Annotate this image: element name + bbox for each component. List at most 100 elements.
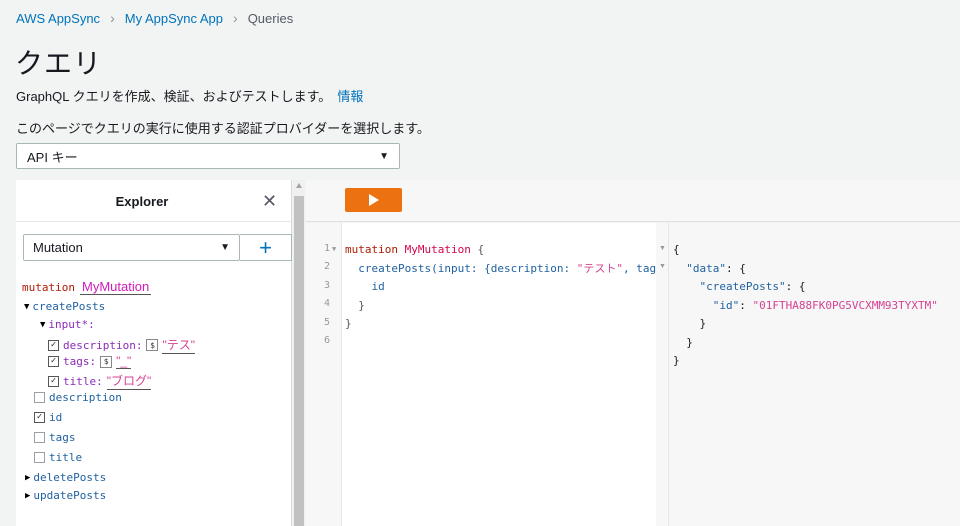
json-key: "data" — [673, 262, 726, 275]
variable-icon[interactable]: $ — [100, 355, 113, 368]
checkbox[interactable]: ✓ — [48, 356, 59, 367]
editor-gutter: 1 ▼ 2 3 4 5 6 — [306, 223, 342, 526]
result-line-1: { — [673, 243, 680, 256]
json-key: "id" — [673, 299, 740, 312]
json-punc: : { — [785, 280, 806, 293]
fold-icon[interactable]: ▼ — [332, 245, 336, 253]
tree-item-createPosts[interactable]: ▼ createPosts — [24, 300, 105, 313]
tree-field-title[interactable]: title — [34, 451, 82, 464]
auth-provider-value: API キー — [27, 149, 78, 165]
line-number: 4 — [323, 298, 330, 309]
run-button[interactable] — [345, 188, 402, 212]
arg-label: title: — [63, 374, 103, 388]
code-line-2: createPosts(input: {description: "テスト", … — [345, 260, 656, 278]
field-label: createPosts — [32, 300, 106, 313]
close-icon[interactable]: ✕ — [262, 192, 277, 210]
tree-item-deletePosts[interactable]: ▶ deletePosts — [25, 471, 106, 484]
code-line-5: } — [345, 315, 352, 333]
triangle-down-icon: ▼ — [24, 301, 30, 312]
code-punc: { — [470, 243, 485, 256]
triangle-down-icon: ▼ — [40, 319, 46, 330]
code-def: MyMutation — [404, 243, 471, 256]
result-line-6: } — [673, 336, 693, 349]
field-label: description — [49, 391, 122, 404]
field-label: id — [49, 411, 63, 424]
tree-item-tags-arg[interactable]: ✓ tags: $ "_" — [48, 354, 132, 369]
code-punc: } — [345, 317, 352, 330]
breadcrumb-appsync[interactable]: AWS AppSync — [16, 11, 100, 26]
checkbox[interactable]: ✓ — [34, 412, 45, 423]
variable-icon[interactable]: $ — [146, 339, 159, 351]
result-line-7: } — [673, 354, 680, 367]
code-line-4: } — [345, 297, 365, 315]
json-punc: : — [739, 299, 753, 312]
checkbox[interactable]: ✓ — [48, 375, 59, 387]
tree-item-title-arg[interactable]: ✓ title: "ブログ" — [48, 372, 152, 390]
breadcrumb: AWS AppSync › My AppSync App › Queries — [16, 10, 293, 26]
auth-provider-select[interactable]: API キー ▼ — [16, 143, 400, 169]
tree-field-tags[interactable]: tags — [34, 431, 76, 444]
checkbox[interactable] — [34, 392, 45, 403]
scroll-up-icon[interactable] — [296, 183, 302, 188]
line-number: 6 — [323, 335, 330, 346]
result-line-4: "id": "01FTHA88FK0PG5VCXMM93TYXTM" — [673, 297, 938, 315]
chevron-right-icon: › — [233, 10, 238, 26]
tree-item-description-arg[interactable]: ✓ description: $ "テス" — [48, 336, 196, 354]
operation-name-input[interactable]: MyMutation — [79, 279, 152, 295]
arg-value-input[interactable]: "_" — [116, 354, 132, 369]
code-punc: } — [345, 299, 365, 312]
fold-icon[interactable]: ▼ — [659, 263, 666, 270]
arg-value-input[interactable]: "テス" — [162, 336, 196, 354]
page-subtitle: GraphQL クエリを作成、検証、およびテストします。 情報 — [16, 86, 363, 105]
breadcrumb-my-app[interactable]: My AppSync App — [125, 11, 223, 26]
code-args: (input: {description: — [431, 262, 577, 275]
tree-item-input[interactable]: ▼ input*: — [40, 318, 95, 331]
code-line-1: mutation MyMutation { — [345, 241, 484, 259]
auth-description: このページでクエリの実行に使用する認証プロバイダーを選択します。 — [16, 121, 430, 136]
line-number: 1 — [323, 243, 330, 254]
field-label: title — [49, 451, 83, 464]
page-title: クエリ — [15, 48, 103, 79]
code-field: createPosts — [345, 262, 432, 275]
arg-label: input*: — [48, 318, 95, 331]
line-number: 2 — [323, 261, 330, 272]
triangle-right-icon: ▶ — [25, 472, 31, 483]
add-operation-button[interactable]: + — [240, 234, 292, 261]
checkbox[interactable] — [34, 432, 45, 443]
tree-field-description[interactable]: description — [34, 391, 122, 404]
subtitle-text: GraphQL クエリを作成、検証、およびテストします。 — [16, 89, 332, 104]
json-key: "createPosts" — [673, 280, 786, 293]
arg-value-input[interactable]: "ブログ" — [106, 372, 152, 390]
explorer-scrollbar[interactable] — [293, 180, 305, 526]
checkbox[interactable]: ✓ — [48, 339, 59, 351]
operation-type-select[interactable]: Mutation ▼ — [23, 234, 240, 261]
breadcrumb-current: Queries — [247, 10, 294, 26]
code-keyword: mutation — [345, 243, 405, 256]
query-editor[interactable]: mutation MyMutation { createPosts(input:… — [342, 223, 656, 526]
caret-down-icon: ▼ — [220, 242, 230, 253]
field-label: deletePosts — [33, 471, 107, 484]
caret-down-icon: ▼ — [379, 150, 389, 162]
tree-item-updatePosts[interactable]: ▶ updatePosts — [25, 489, 106, 502]
tree-field-id[interactable]: ✓ id — [34, 411, 62, 424]
mutation-keyword: mutation — [22, 280, 75, 294]
line-number: 3 — [323, 280, 330, 291]
line-number: 5 — [323, 317, 330, 328]
arg-label: description: — [63, 338, 143, 352]
json-punc: : { — [725, 262, 746, 275]
field-label: tags — [49, 431, 76, 444]
play-icon — [368, 194, 379, 206]
code-line-3: id — [345, 278, 384, 296]
result-gutter: ▼ ▼ — [656, 223, 668, 526]
result-line-5: } — [673, 317, 707, 330]
fold-icon[interactable]: ▼ — [659, 245, 666, 252]
info-link[interactable]: 情報 — [337, 89, 363, 104]
field-label: updatePosts — [33, 489, 107, 502]
checkbox[interactable] — [34, 452, 45, 463]
scrollbar-thumb[interactable] — [294, 196, 304, 526]
editor-toolbar — [306, 180, 960, 222]
explorer-header: Explorer ✕ — [16, 180, 291, 222]
triangle-right-icon: ▶ — [25, 490, 31, 501]
operation-header: mutation MyMutation — [22, 279, 152, 295]
result-pane: { "data": { "createPosts": { "id": "01FT… — [668, 223, 960, 526]
